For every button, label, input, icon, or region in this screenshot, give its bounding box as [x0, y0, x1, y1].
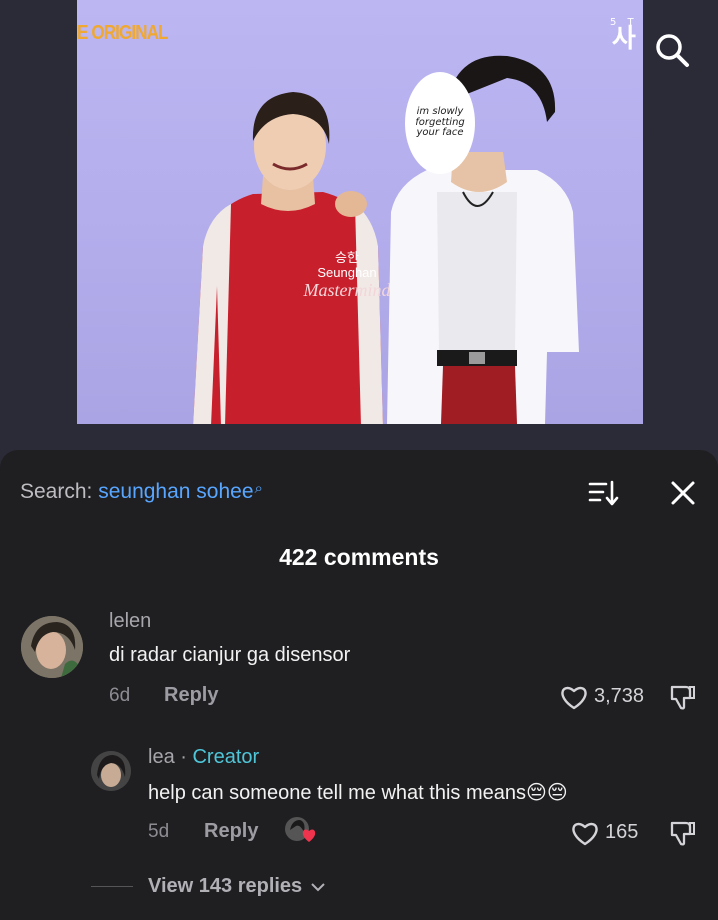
separator: · [174, 746, 193, 768]
watermark-logo: 5 T 사 [610, 17, 638, 54]
reply-username[interactable]: lea [148, 746, 175, 768]
dislike-icon[interactable] [668, 683, 696, 711]
video-frame[interactable]: E ORIGINAL 승한 Seunghan Mastermind 5 T 사 [77, 0, 643, 424]
creator-liked-icon [285, 817, 316, 842]
avatar-photo-icon [21, 616, 83, 678]
comment-count-title: 422 comments [279, 544, 439, 570]
view-replies-button[interactable]: View 143 replies [148, 875, 325, 898]
sort-icon[interactable] [588, 479, 620, 507]
avatar-photo-icon [91, 751, 131, 791]
creator-badge: Creator [192, 746, 260, 768]
reply-button[interactable]: Reply [164, 684, 218, 707]
comment-age: 6d [109, 685, 131, 706]
reply-username-line: lea · Creator [148, 746, 259, 769]
divider [91, 886, 133, 887]
search-query[interactable]: seunghan sohee [98, 480, 253, 503]
close-icon[interactable] [668, 478, 698, 508]
comment-search-bar[interactable]: Search: seunghan sohee⌕ [20, 480, 263, 504]
face-cover-sticker: im slowly forgetting your face [405, 72, 475, 174]
search-label: Search: [20, 480, 99, 503]
avatar[interactable] [21, 616, 83, 678]
search-query-icon[interactable]: ⌕ [255, 480, 263, 497]
reply-age: 5d [148, 821, 170, 842]
reply-button[interactable]: Reply [204, 820, 258, 843]
search-icon[interactable] [652, 30, 692, 70]
reply-avatar[interactable] [91, 751, 131, 791]
heart-icon[interactable] [571, 820, 599, 846]
comment-username[interactable]: lelen [109, 610, 151, 633]
comment-text: di radar cianjur ga disensor [109, 644, 351, 666]
dislike-icon[interactable] [668, 819, 696, 847]
person-right-illustration [387, 55, 579, 424]
brand-tag: E ORIGINAL [77, 22, 169, 44]
chevron-down-icon[interactable] [311, 882, 325, 892]
like-count: 3,738 [594, 685, 645, 707]
view-replies-label[interactable]: View 143 replies [148, 875, 302, 897]
comments-panel: Search: seunghan sohee⌕ 422 comments lel… [0, 450, 718, 920]
like-count: 165 [605, 821, 639, 843]
heart-icon[interactable] [560, 684, 588, 710]
reply-text: help can someone tell me what this means… [148, 782, 568, 804]
